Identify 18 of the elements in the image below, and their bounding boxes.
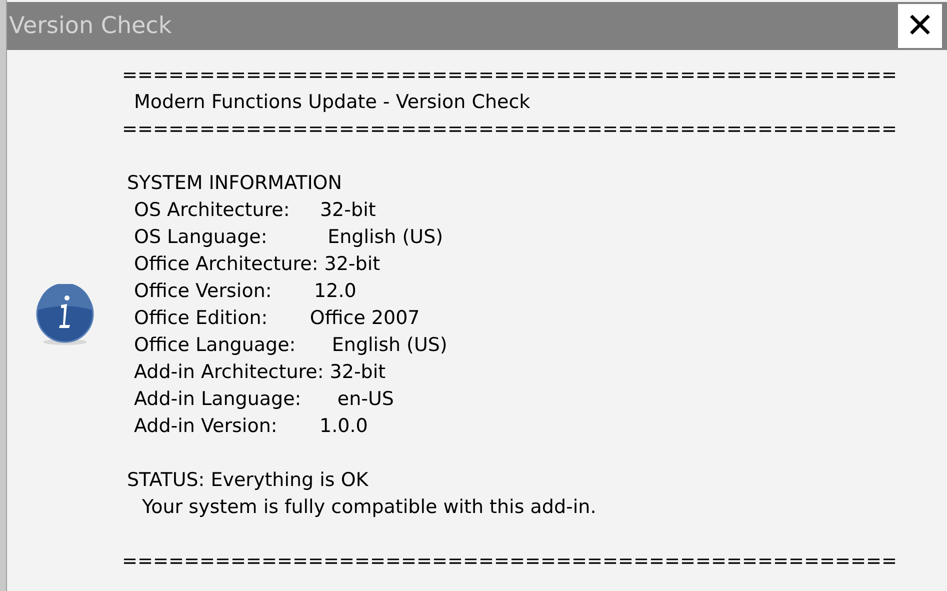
info-line: Add-in Version: 1.0.0 — [133, 414, 368, 439]
separator-line: ================================================== — [122, 118, 898, 142]
info-line: OS Language: English (US) — [133, 225, 444, 250]
info-line: Add-in Language: en-US — [133, 387, 394, 412]
status-message: Your system is fully compatible with this add-in. — [141, 495, 596, 520]
separator-line: ================================================== — [122, 550, 898, 574]
report-title: Modern Functions Update - Version Check — [133, 90, 530, 115]
window-title: Version Check — [9, 12, 172, 41]
close-button[interactable]: ✕ — [898, 4, 942, 48]
separator-line: ================================================== — [122, 64, 898, 88]
info-line: Office Architecture: 32-bit — [133, 252, 380, 277]
info-line: Office Language: English (US) — [133, 333, 448, 358]
section-heading: STATUS: Everything is OK — [126, 468, 368, 493]
info-line: OS Architecture: 32-bit — [133, 198, 376, 223]
info-line: Office Version: 12.0 — [133, 279, 356, 304]
info-line: Add-in Architecture: 32-bit — [133, 360, 386, 385]
section-heading: SYSTEM INFORMATION — [126, 171, 342, 196]
info-line: Office Edition: Office 2007 — [133, 306, 420, 331]
